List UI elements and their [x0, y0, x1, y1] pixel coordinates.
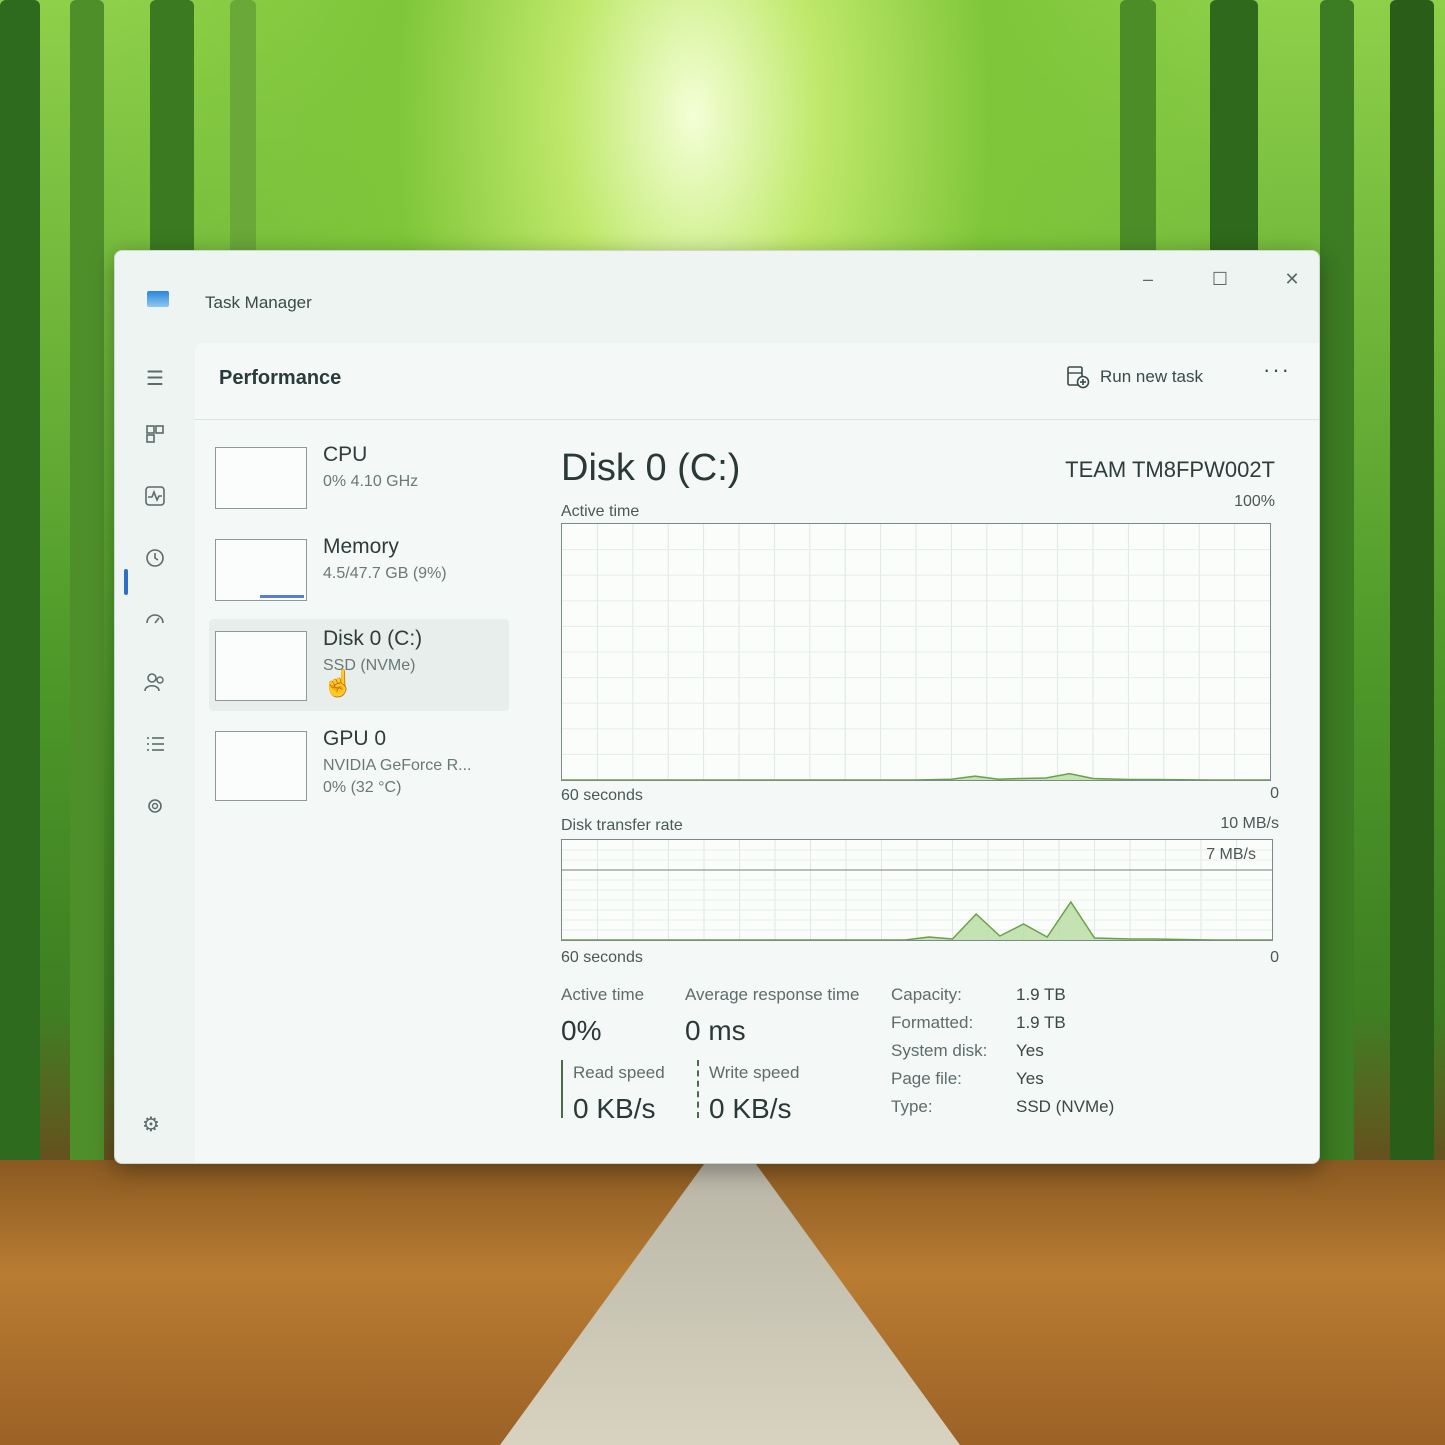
prop-capacity-label: Capacity: — [891, 985, 962, 1004]
write-speed-bar — [697, 1060, 699, 1118]
device-name: CPU — [323, 443, 368, 466]
task-manager-icon — [147, 291, 169, 307]
disk-title: Disk 0 (C:) — [561, 447, 741, 489]
header-divider — [195, 419, 1319, 420]
transfer-rate-x-left: 60 seconds — [561, 949, 643, 966]
stat-read-speed-label: Read speed — [573, 1063, 665, 1082]
nav-rail: ☰ ⚙ — [115, 331, 193, 1163]
startup-apps-icon[interactable] — [139, 609, 171, 641]
maximize-button[interactable]: ☐ — [1197, 259, 1243, 299]
memory-thumbnail-graph — [215, 539, 307, 601]
processes-icon[interactable] — [139, 423, 171, 455]
more-options-button[interactable]: ··· — [1263, 357, 1291, 383]
read-speed-bar — [561, 1060, 563, 1118]
transfer-rate-max-label: 10 MB/s — [1220, 815, 1279, 832]
prop-type-value: SSD (NVMe) — [1016, 1097, 1115, 1116]
stat-active-time-value: 0% — [561, 1015, 602, 1046]
task-manager-window: Task Manager – ☐ ✕ ☰ ⚙ Performance Run n… — [114, 250, 1320, 1164]
prop-system-disk-label: System disk: — [891, 1041, 988, 1060]
details-icon[interactable] — [139, 733, 171, 765]
stat-avg-response-label: Average response time — [685, 985, 860, 1004]
minimize-button[interactable]: – — [1125, 259, 1171, 299]
prop-type-label: Type: — [891, 1097, 933, 1116]
device-subtitle-2: 0% (32 °C) — [323, 779, 402, 796]
device-subtitle: 4.5/47.7 GB (9%) — [323, 565, 447, 582]
transfer-rate-inner-label: 7 MB/s — [1206, 846, 1256, 863]
hand-cursor-icon: ☝ — [322, 668, 355, 698]
settings-icon[interactable]: ⚙ — [135, 1109, 167, 1141]
prop-formatted-label: Formatted: — [891, 1013, 974, 1032]
active-time-graph-label: Active time — [561, 503, 640, 520]
device-subtitle: 0% 4.10 GHz — [323, 473, 419, 490]
stat-write-speed-value: 0 KB/s — [709, 1093, 792, 1124]
device-subtitle: NVIDIA GeForce R... — [323, 757, 472, 774]
device-name: GPU 0 — [323, 727, 387, 750]
prop-capacity-value: 1.9 TB — [1016, 985, 1066, 1004]
cpu-thumbnail-graph — [215, 447, 307, 509]
transfer-rate-x-right: 0 — [1270, 949, 1279, 966]
disk-thumbnail-graph — [215, 631, 307, 701]
device-disk-0[interactable]: Disk 0 (C:) SSD (NVMe) — [209, 619, 509, 711]
run-new-task-label: Run new task — [1100, 367, 1203, 386]
app-history-icon[interactable] — [139, 547, 171, 579]
title-bar[interactable]: Task Manager – ☐ ✕ — [115, 251, 1319, 331]
run-new-task-button[interactable]: Run new task — [1058, 359, 1211, 395]
disk-model: TEAM TM8FPW002T — [1065, 457, 1275, 482]
prop-system-disk-value: Yes — [1016, 1041, 1044, 1060]
stat-read-speed-value: 0 KB/s — [573, 1093, 656, 1124]
device-list: CPU 0% 4.10 GHz Memory 4.5/47.7 GB (9%) … — [209, 435, 509, 819]
menu-icon[interactable]: ☰ — [139, 363, 171, 395]
stat-write-speed-label: Write speed — [709, 1063, 800, 1082]
prop-page-file-value: Yes — [1016, 1069, 1044, 1088]
active-time-x-left: 60 seconds — [561, 787, 643, 804]
services-icon[interactable] — [139, 795, 171, 827]
performance-icon[interactable] — [139, 485, 171, 517]
transfer-rate-graph-label: Disk transfer rate — [561, 817, 683, 834]
stat-avg-response-value: 0 ms — [685, 1015, 746, 1046]
device-gpu-0[interactable]: GPU 0 NVIDIA GeForce R... 0% (32 °C) — [209, 719, 509, 819]
run-task-icon — [1067, 366, 1090, 389]
active-time-max-label: 100% — [1234, 493, 1275, 510]
gpu-thumbnail-graph — [215, 731, 307, 801]
device-name: Disk 0 (C:) — [323, 627, 423, 650]
main-content: Performance Run new task ··· CPU 0% 4.10… — [195, 343, 1319, 1163]
page-title: Performance — [219, 367, 342, 389]
prop-formatted-value: 1.9 TB — [1016, 1013, 1066, 1032]
disk-detail-panel: Disk 0 (C:) TEAM TM8FPW002T Active time … — [561, 435, 1283, 1143]
stat-active-time-label: Active time — [561, 985, 645, 1004]
device-cpu[interactable]: CPU 0% 4.10 GHz — [209, 435, 509, 527]
nav-selected-indicator — [124, 569, 128, 595]
transfer-rate-graph: 7 MB/s — [561, 839, 1273, 941]
device-memory[interactable]: Memory 4.5/47.7 GB (9%) — [209, 527, 509, 619]
users-icon[interactable] — [139, 671, 171, 703]
device-name: Memory — [323, 535, 399, 558]
close-button[interactable]: ✕ — [1269, 259, 1315, 299]
active-time-graph — [561, 523, 1271, 781]
active-time-x-right: 0 — [1270, 785, 1279, 802]
prop-page-file-label: Page file: — [891, 1069, 962, 1088]
window-title: Task Manager — [205, 293, 312, 312]
